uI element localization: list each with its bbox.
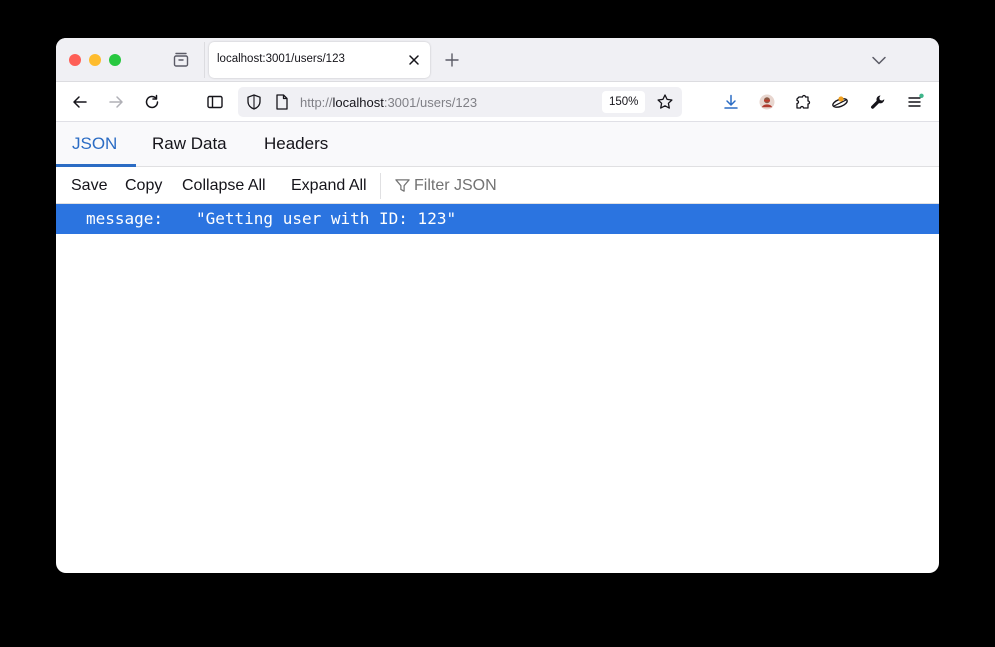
tab-strip: localhost:3001/users/123 — [56, 38, 939, 82]
json-toolbar: Save Copy Collapse All Expand All — [56, 167, 939, 204]
expand-all-button[interactable]: Expand All — [291, 177, 367, 195]
window-maximize-button[interactable] — [109, 54, 121, 66]
chevron-down-icon[interactable] — [870, 51, 888, 69]
url-host: localhost — [332, 95, 384, 110]
copy-button[interactable]: Copy — [125, 177, 162, 195]
save-button[interactable]: Save — [71, 177, 107, 195]
forward-icon[interactable] — [107, 93, 125, 111]
url-text[interactable]: http://localhost:3001/users/123 — [300, 95, 477, 110]
browser-window: localhost:3001/users/123 http://localhos… — [56, 38, 939, 573]
back-icon[interactable] — [71, 93, 89, 111]
extension-icon[interactable] — [831, 93, 849, 111]
wrench-icon[interactable] — [869, 93, 887, 111]
window-minimize-button[interactable] — [89, 54, 101, 66]
tab-title: localhost:3001/users/123 — [217, 53, 345, 65]
account-avatar-icon[interactable] — [758, 93, 776, 111]
sidebar-icon[interactable] — [206, 93, 224, 111]
extensions-icon[interactable] — [794, 93, 812, 111]
json-key: message: — [86, 209, 164, 228]
url-scheme: http:// — [300, 95, 333, 110]
collapse-all-button[interactable]: Collapse All — [182, 177, 266, 195]
navigation-bar: http://localhost:3001/users/123 150% — [56, 82, 939, 122]
shield-icon[interactable] — [245, 93, 263, 111]
filter-json-input[interactable] — [414, 175, 614, 197]
tab-groups-icon[interactable] — [172, 51, 190, 69]
json-row-selected[interactable]: message: "Getting user with ID: 123" — [56, 204, 939, 234]
address-bar[interactable]: http://localhost:3001/users/123 150% — [238, 87, 682, 117]
download-icon[interactable] — [722, 93, 740, 111]
toolbar-divider — [380, 173, 381, 199]
tab-json[interactable]: JSON — [72, 134, 117, 154]
reload-icon[interactable] — [143, 93, 161, 111]
json-viewer-tabs: JSON Raw Data Headers — [56, 122, 939, 167]
tab-headers[interactable]: Headers — [264, 134, 328, 154]
new-tab-icon[interactable] — [443, 51, 461, 69]
json-value: "Getting user with ID: 123" — [196, 209, 457, 228]
close-tab-icon[interactable] — [405, 51, 423, 69]
window-close-button[interactable] — [69, 54, 81, 66]
filter-icon — [395, 179, 410, 192]
browser-tab-active[interactable]: localhost:3001/users/123 — [209, 42, 430, 78]
menu-icon[interactable] — [906, 93, 924, 111]
url-path: :3001/users/123 — [383, 95, 478, 110]
zoom-level-badge[interactable]: 150% — [602, 91, 646, 113]
tab-separator — [204, 42, 205, 78]
page-icon[interactable] — [273, 93, 291, 111]
tab-raw-data[interactable]: Raw Data — [152, 134, 227, 154]
star-icon[interactable] — [656, 93, 674, 111]
